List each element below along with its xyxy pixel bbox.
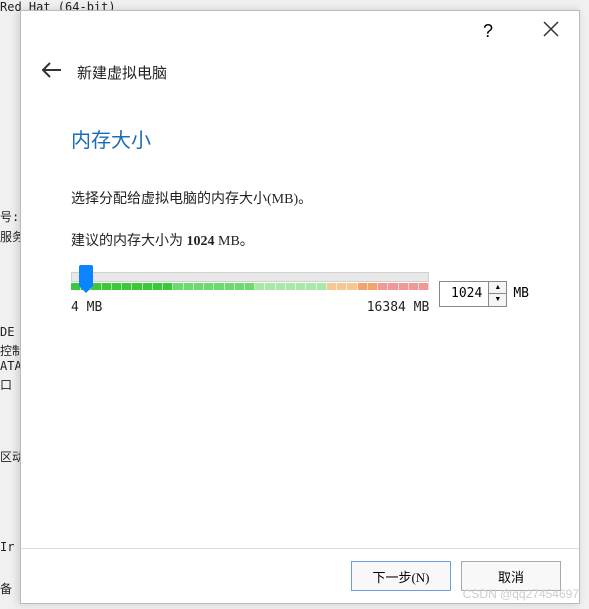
description-1: 选择分配给虚拟电脑的内存大小(MB)。 [71, 188, 529, 208]
titlebar: ? [21, 11, 579, 51]
memory-unit: MB [513, 286, 529, 301]
bg-text: 口 [0, 376, 12, 393]
slider-color-bar [71, 283, 429, 290]
slider-min-label: 4 MB [71, 300, 102, 315]
memory-slider-area: 4 MB 16384 MB ▲ ▼ MB [71, 272, 529, 315]
memory-slider-wrap: 4 MB 16384 MB [71, 272, 429, 315]
description-2: 建议的内存大小为 1024 MB。 [71, 230, 529, 250]
next-button-label: 下一步(N) [372, 567, 429, 586]
slider-max-label: 16384 MB [367, 300, 430, 315]
next-button[interactable]: 下一步(N) [351, 561, 451, 591]
help-icon[interactable]: ? [483, 21, 493, 42]
close-icon[interactable] [543, 21, 559, 42]
memory-slider-thumb[interactable] [79, 265, 93, 287]
memory-spinner: ▲ ▼ MB [439, 281, 529, 307]
desc2-value: 1024 [187, 234, 215, 249]
watermark: CSDN @qq27454697 [463, 587, 579, 601]
desc2-prefix: 建议的内存大小为 [71, 234, 187, 249]
memory-spinner-box: ▲ ▼ [439, 281, 507, 307]
dialog-header: 新建虚拟电脑 [21, 51, 579, 104]
dialog-content: 内存大小 选择分配给虚拟电脑的内存大小(MB)。 建议的内存大小为 1024 M… [21, 104, 579, 548]
memory-size-dialog: ? 新建虚拟电脑 内存大小 选择分配给虚拟电脑的内存大小(MB)。 建议的内存大… [20, 10, 580, 604]
slider-labels: 4 MB 16384 MB [71, 300, 429, 315]
bg-text: Ir [0, 540, 14, 554]
memory-slider-track[interactable] [71, 272, 429, 282]
bg-text: 备 [0, 580, 12, 597]
bg-text: 号: [0, 208, 19, 225]
bg-text: ATA [0, 359, 22, 373]
memory-input[interactable] [440, 282, 488, 306]
dialog-title: 新建虚拟电脑 [77, 62, 167, 83]
back-arrow-icon[interactable] [41, 61, 63, 84]
section-title: 内存大小 [71, 124, 529, 153]
spinner-down-icon[interactable]: ▼ [489, 294, 506, 306]
cancel-button-label: 取消 [498, 567, 524, 586]
spinner-up-icon[interactable]: ▲ [489, 282, 506, 295]
bg-text: DE [0, 325, 14, 339]
desc2-suffix: MB。 [215, 234, 254, 249]
